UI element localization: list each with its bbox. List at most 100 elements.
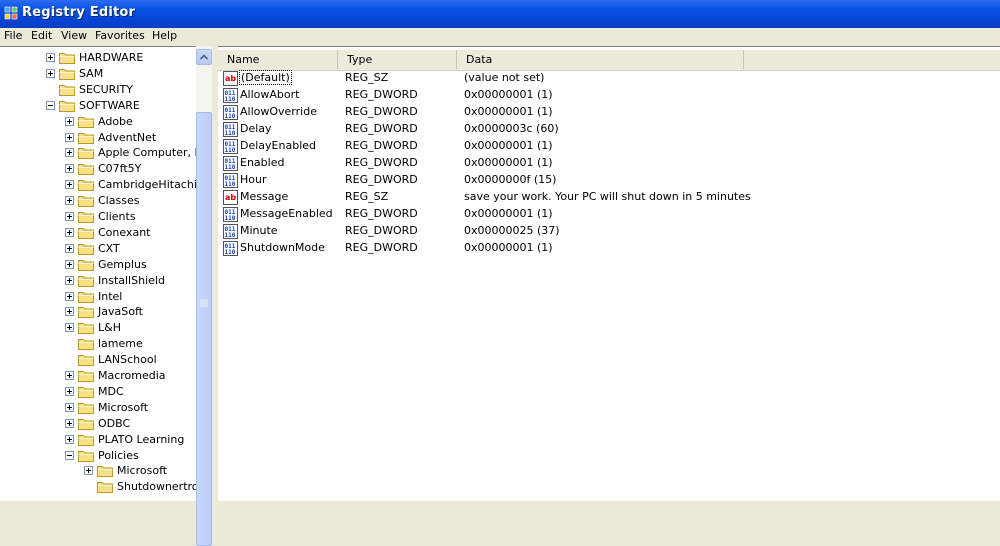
tree-item[interactable]: InstallShield [0, 273, 196, 289]
tree-item[interactable]: SECURITY [0, 82, 196, 98]
registry-key-tree[interactable]: HARDWARE SAM SECURITY SOFTWARE Adobe AdventNe… [0, 46, 196, 501]
value-row[interactable]: 011 110 Hour REG_DWORD 0x0000000f (15) [218, 172, 1000, 189]
expand-icon[interactable] [46, 68, 55, 78]
value-row[interactable]: 011 110 MessageEnabled REG_DWORD 0x00000001 … [218, 206, 1000, 223]
scroll-up-button[interactable] [196, 49, 212, 65]
svg-text:110: 110 [225, 181, 236, 188]
binary-value-icon: 011110 [223, 224, 238, 239]
expand-icon[interactable] [65, 259, 74, 269]
expand-icon[interactable] [65, 434, 74, 444]
tree-item[interactable]: L&H [0, 320, 196, 336]
expand-icon[interactable] [84, 466, 93, 476]
tree-item[interactable]: SAM [0, 66, 196, 82]
expand-icon[interactable] [65, 164, 74, 174]
tree-item[interactable]: Microsoft [0, 463, 196, 479]
menu-favorites[interactable]: Favorites [95, 29, 145, 42]
tree-item[interactable]: Macromedia [0, 368, 196, 384]
expand-icon[interactable] [65, 307, 74, 317]
tree-item-label: SECURITY [79, 82, 133, 96]
value-row[interactable]: 011 110 DelayEnabled REG_DWORD 0x00000001 (1… [218, 138, 1000, 155]
tree-item[interactable]: Gemplus [0, 257, 196, 273]
collapse-icon[interactable] [46, 100, 55, 110]
tree-item[interactable]: HARDWARE [0, 50, 196, 66]
expand-icon[interactable] [65, 227, 74, 237]
expand-icon[interactable] [65, 275, 74, 285]
folder-icon [78, 180, 94, 192]
tree-item[interactable]: C07ft5Y [0, 161, 196, 177]
title-bar[interactable]: Registry Editor [0, 0, 1000, 28]
column-header-data[interactable]: Data [457, 50, 744, 69]
expand-icon[interactable] [65, 386, 74, 396]
tree-item[interactable]: SOFTWARE [0, 98, 196, 114]
tree-vertical-scrollbar[interactable] [196, 46, 212, 546]
tree-item[interactable]: CambridgeHitachi [0, 177, 196, 193]
expand-icon[interactable] [65, 323, 74, 333]
tree-item[interactable]: Shutdownertron [0, 479, 196, 495]
value-data: 0x0000000f (15) [464, 173, 557, 186]
value-data: 0x00000001 (1) [464, 139, 553, 152]
tree-item[interactable]: LANSchool [0, 352, 196, 368]
folder-icon [78, 212, 94, 223]
svg-text:110: 110 [225, 215, 236, 222]
menu-edit[interactable]: Edit [31, 29, 52, 42]
expand-icon[interactable] [65, 418, 74, 428]
tree-item-label: CambridgeHitachi [98, 178, 196, 192]
tree-item[interactable]: PLATO Learning [0, 432, 196, 448]
tree-item[interactable]: JavaSoft [0, 304, 196, 320]
expand-icon[interactable] [65, 212, 74, 221]
expand-icon[interactable] [65, 402, 74, 412]
values-list[interactable]: Name Type Data ab (Default) REG_SZ (value n… [218, 46, 1000, 501]
scroll-thumb[interactable] [196, 112, 212, 546]
tree-item[interactable]: Conexant [0, 225, 196, 241]
value-row[interactable]: ab Message REG_SZ save your work. Your PC w… [218, 189, 1000, 206]
menu-file[interactable]: File [4, 29, 22, 42]
value-row[interactable]: 011 110 Delay REG_DWORD 0x0000003c (60) [218, 121, 1000, 138]
tree-item[interactable]: Classes [0, 193, 196, 209]
expand-icon[interactable] [65, 180, 74, 190]
tree-item[interactable]: lameme [0, 336, 196, 352]
tree-item[interactable]: CXT [0, 241, 196, 257]
folder-icon [78, 339, 94, 351]
expand-icon[interactable] [46, 53, 55, 62]
menu-help[interactable]: Help [152, 29, 177, 42]
chevron-up-icon [199, 54, 209, 60]
expand-icon[interactable] [65, 148, 74, 158]
tree-item-label: Microsoft [98, 400, 149, 414]
collapse-icon[interactable] [65, 450, 74, 460]
svg-text:110: 110 [225, 232, 236, 239]
folder-icon [78, 450, 94, 462]
expand-icon[interactable] [65, 116, 74, 126]
folder-icon [78, 418, 94, 430]
binary-value-icon: 011110 [223, 105, 238, 120]
expand-icon[interactable] [65, 371, 74, 380]
value-row[interactable]: ab (Default) REG_SZ (value not set) [218, 70, 1000, 87]
tree-item[interactable]: Intel [0, 289, 196, 305]
expand-icon[interactable] [65, 243, 74, 253]
folder-icon [78, 371, 94, 382]
column-header-name[interactable]: Name [218, 50, 338, 69]
tree-item-label: CXT [98, 241, 120, 255]
tree-item[interactable]: Policies [0, 448, 196, 464]
value-row[interactable]: 011 110 Minute REG_DWORD 0x00000025 (37) [218, 223, 1000, 240]
value-row[interactable]: 011 110 AllowAbort REG_DWORD 0x00000001 (1) [218, 87, 1000, 104]
tree-item[interactable]: Clients [0, 209, 196, 225]
tree-item[interactable]: Microsoft [0, 400, 196, 416]
value-row[interactable]: 011 110 Enabled REG_DWORD 0x00000001 (1) [218, 155, 1000, 172]
expand-icon[interactable] [65, 132, 74, 142]
tree-item[interactable]: ODBC [0, 416, 196, 432]
tree-item[interactable]: Adobe [0, 114, 196, 130]
column-header-type[interactable]: Type [338, 50, 457, 69]
value-data: save your work. Your PC will shut down i… [464, 190, 751, 203]
menu-view[interactable]: View [61, 29, 87, 42]
tree-item[interactable]: AdventNet [0, 130, 196, 146]
expand-icon[interactable] [65, 196, 74, 206]
tree-item-label: Microsoft [117, 464, 168, 478]
value-row[interactable]: 011 110 ShutdownMode REG_DWORD 0x00000001 (1… [218, 240, 1000, 257]
value-type: REG_DWORD [345, 88, 418, 101]
tree-item[interactable]: Apple Computer, Inc. [0, 145, 196, 161]
value-row[interactable]: 011 110 AllowOverride REG_DWORD 0x00000001 (… [218, 104, 1000, 121]
expand-icon[interactable] [65, 291, 74, 301]
tree-item[interactable]: MDC [0, 384, 196, 400]
value-type: REG_DWORD [345, 105, 418, 118]
tree-item-label: ODBC [98, 416, 131, 430]
